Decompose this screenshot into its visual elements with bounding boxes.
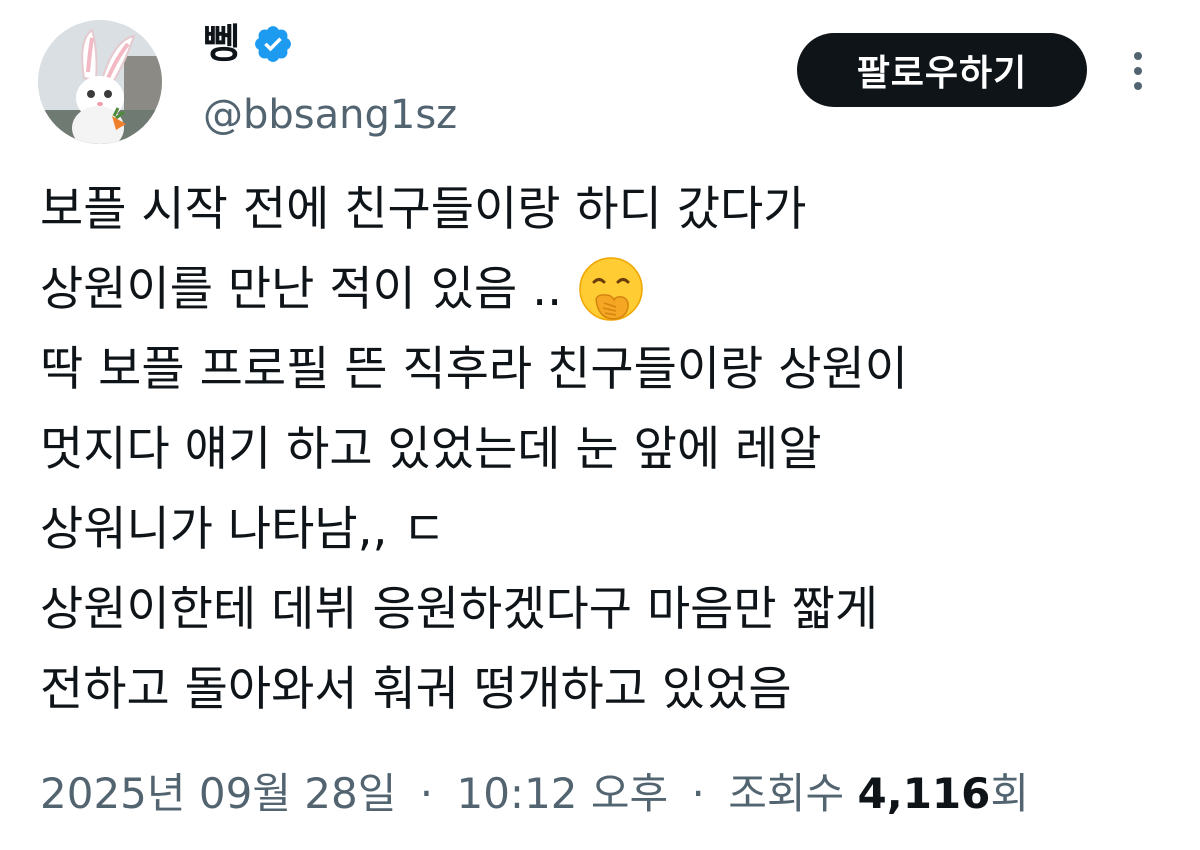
meta-separator: · <box>419 769 434 818</box>
avatar[interactable] <box>38 20 162 144</box>
tweet-line-text: 보플 시작 전에 친구들이랑 하디 갔다가 <box>40 182 807 237</box>
face-with-hand-over-mouth-icon <box>576 255 646 325</box>
vertical-dots-icon[interactable] <box>1120 46 1156 96</box>
tweet-line-text: 상원이한테 데뷔 응원하겠다구 마음만 짧게 <box>40 582 879 637</box>
tweet-line: 상원이한테 데뷔 응원하겠다구 마음만 짧게 <box>40 570 1180 650</box>
views-count: 4,116 <box>857 769 991 818</box>
tweet-line-text: 상워니가 나타남,, ㄷ <box>40 502 446 557</box>
meta-separator: · <box>691 769 705 818</box>
tweet-line-text: 전하고 돌아와서 훠궈 떵개하고 있었음 <box>40 662 792 717</box>
tweet-line-text: 멋지다 얘기 하고 있었는데 눈 앞에 레알 <box>40 422 822 477</box>
tweet-date[interactable]: 2025년 09월 28일 <box>40 769 396 818</box>
tweet-line-text: 딱 보플 프로필 뜬 직후라 친구들이랑 상원이 <box>40 342 908 397</box>
tweet-line-text: 상원이를 만난 적이 있음 .. <box>40 262 563 317</box>
follow-button[interactable]: 팔로우하기 <box>797 33 1087 107</box>
tweet-line: 딱 보플 프로필 뜬 직후라 친구들이랑 상원이 <box>40 330 1180 410</box>
display-name-text: 뼁 <box>203 21 240 67</box>
tweet-time[interactable]: 10:12 오후 <box>456 769 668 818</box>
views-label: 조회수 <box>728 769 845 818</box>
tweet-meta: 2025년 09월 28일 · 10:12 오후 · 조회수 4,116회 <box>40 762 1029 826</box>
tweet-line: 상원이를 만난 적이 있음 .. <box>40 250 1180 330</box>
author-handle[interactable]: @bbsang1sz <box>203 90 457 140</box>
tweet-line: 전하고 돌아와서 훠궈 떵개하고 있었음 <box>40 650 1180 730</box>
tweet-line: 상워니가 나타남,, ㄷ <box>40 490 1180 570</box>
verified-badge-icon <box>252 23 294 65</box>
tweet-line: 멋지다 얘기 하고 있었는데 눈 앞에 레알 <box>40 410 1180 490</box>
author-display-name[interactable]: 뼁 <box>203 18 294 70</box>
white-bunny-avatar-icon <box>38 20 162 144</box>
tweet-text: 보플 시작 전에 친구들이랑 하디 갔다가 상원이를 만난 적이 있음 .. 딱… <box>40 170 1180 730</box>
views-suffix: 회 <box>990 769 1030 818</box>
tweet-line: 보플 시작 전에 친구들이랑 하디 갔다가 <box>40 170 1180 250</box>
